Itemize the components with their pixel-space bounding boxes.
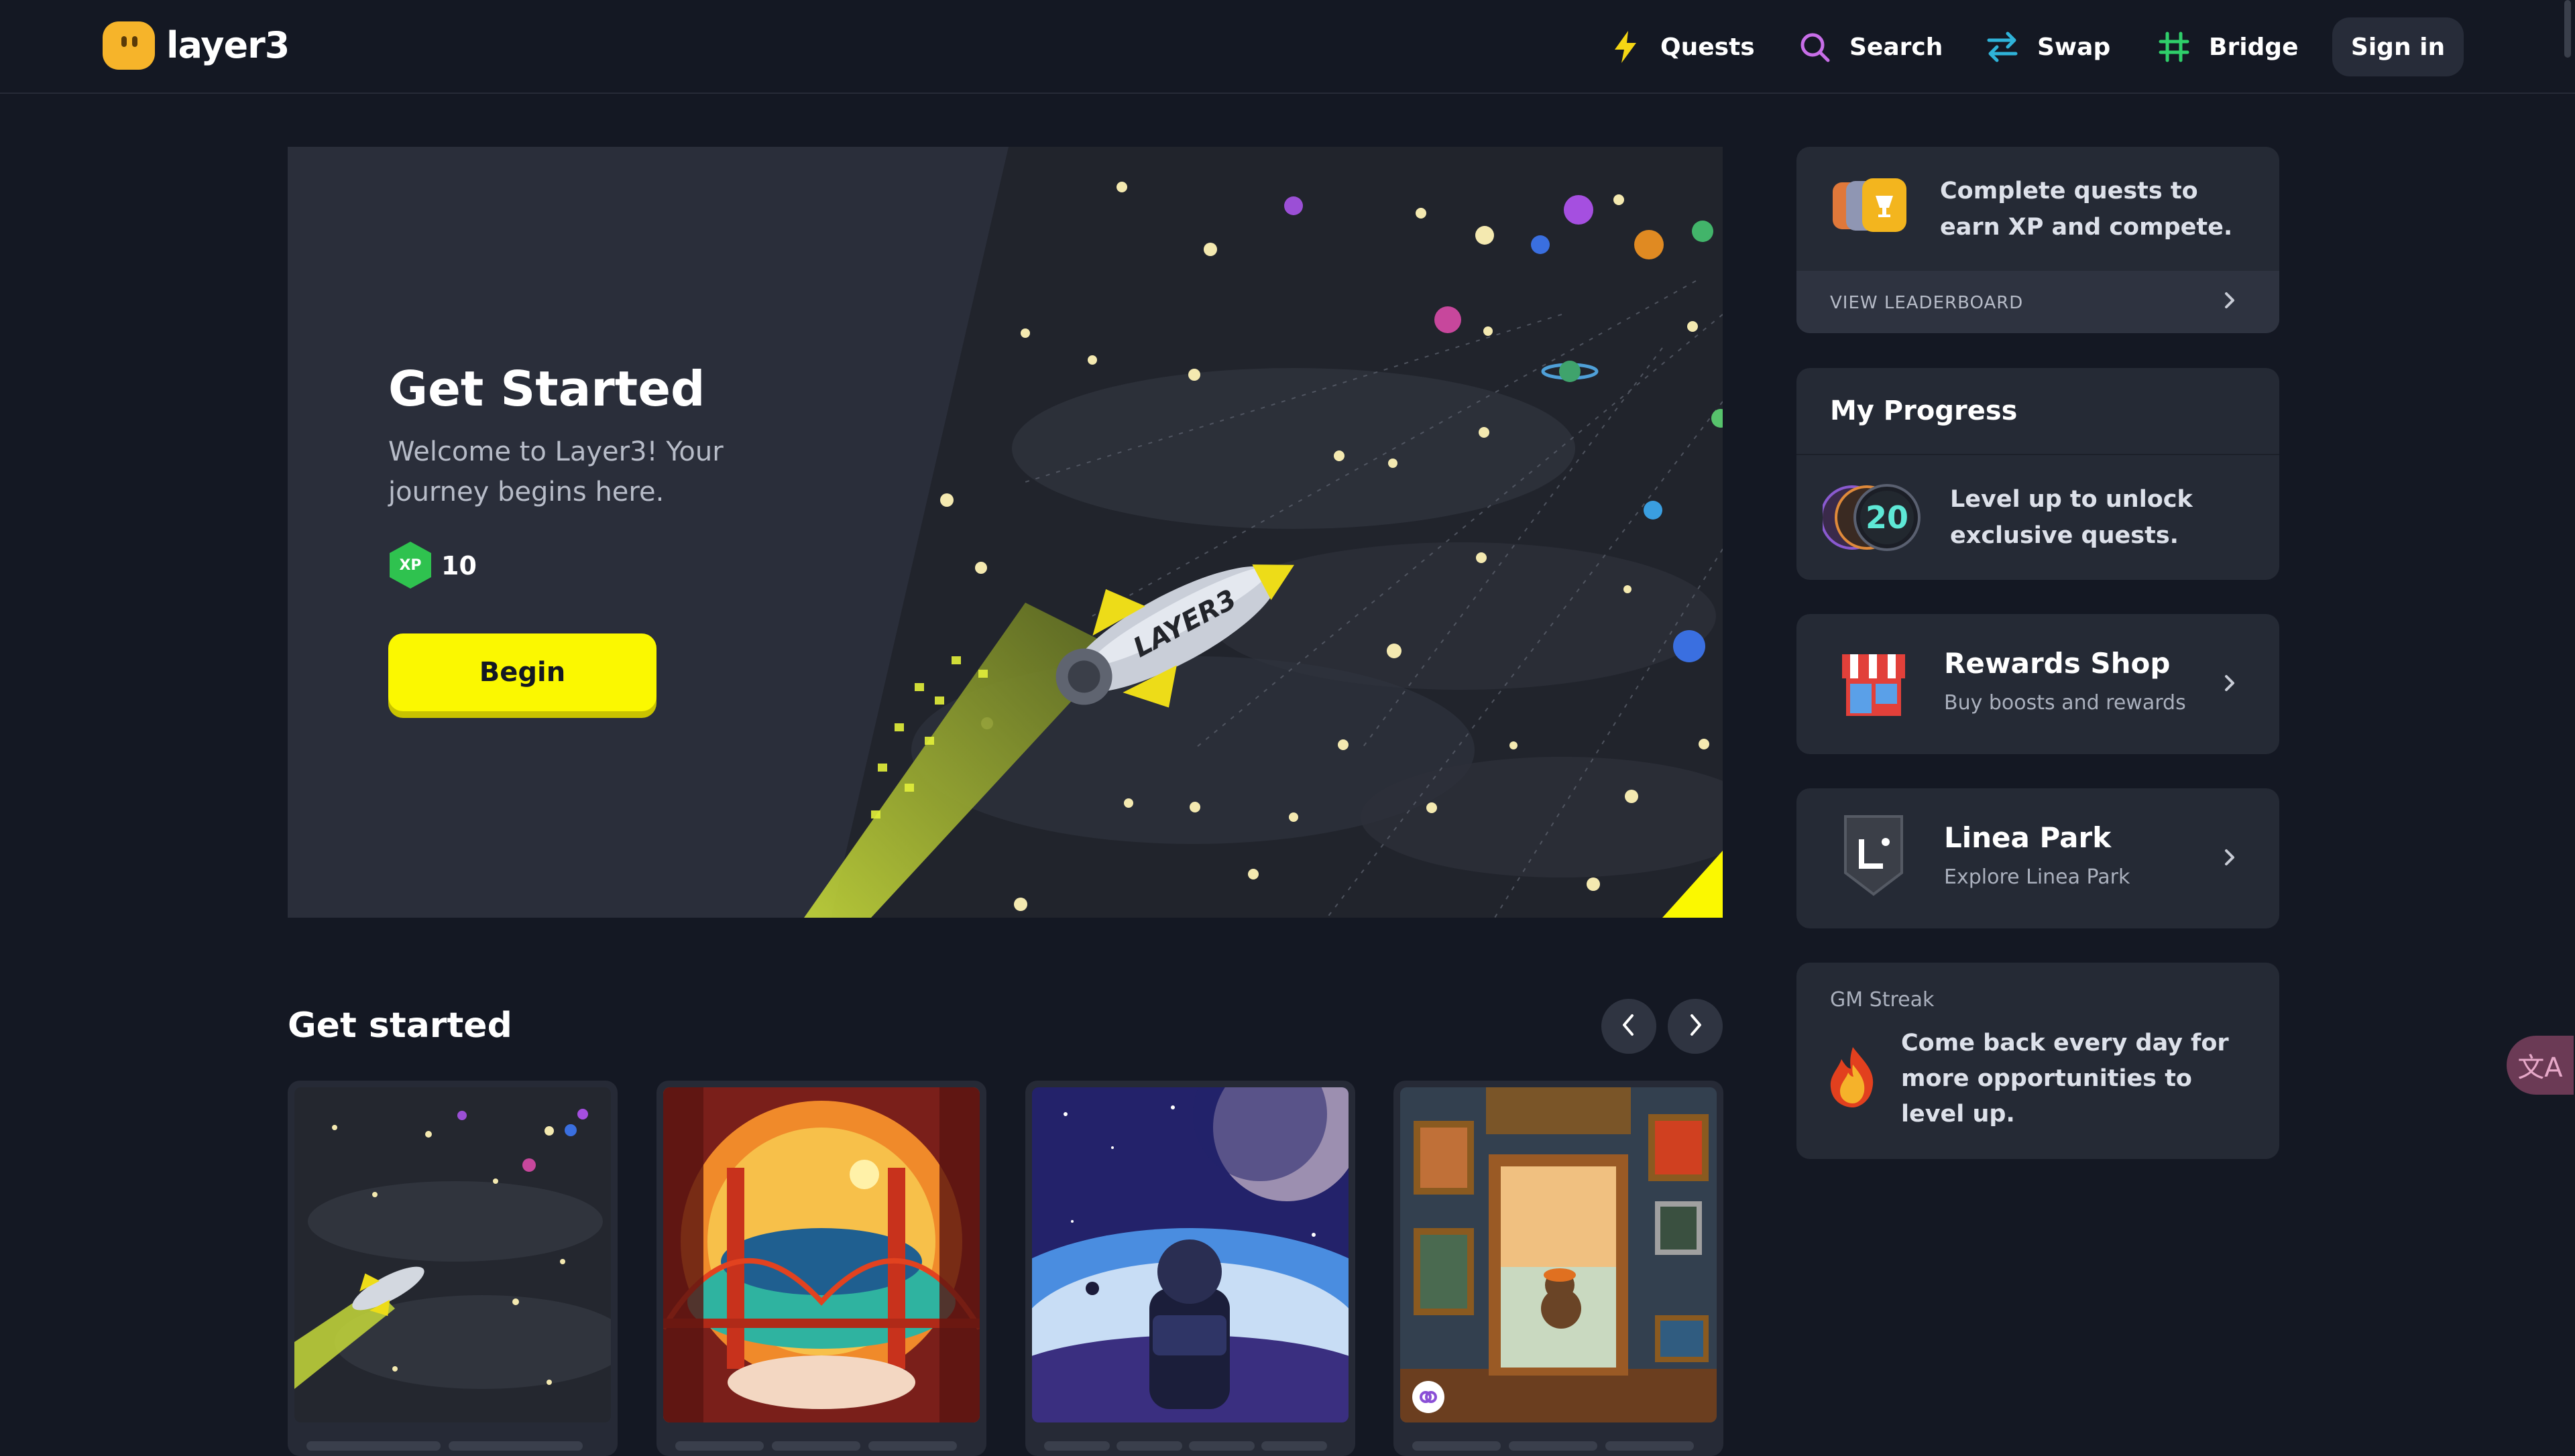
carousel-prev-button[interactable] (1601, 999, 1656, 1054)
swap-icon (1985, 29, 2020, 64)
view-leaderboard-label: VIEW LEADERBOARD (1830, 293, 2024, 313)
nav-search-label: Search (1849, 33, 1943, 61)
sign-in-button[interactable]: Sign in (2332, 17, 2464, 76)
search-icon (1797, 29, 1832, 64)
rocket-space-image (294, 1087, 611, 1422)
card-tag (868, 1441, 957, 1451)
card-tag (1605, 1441, 1694, 1451)
xp-value: 10 (441, 551, 477, 581)
lightning-icon (1608, 29, 1643, 64)
quest-card[interactable] (656, 1081, 986, 1456)
nav-quests[interactable]: Quests (1608, 27, 1755, 67)
rewards-shop-title: Rewards Shop (1944, 647, 2171, 680)
linea-park-subtitle: Explore Linea Park (1944, 865, 2130, 889)
hero-title: Get Started (388, 361, 705, 417)
progress-text: Level up to unlock exclusive quests. (1950, 486, 2193, 549)
rewards-shop-subtitle: Buy boosts and rewards (1944, 691, 2186, 715)
card-tag (1509, 1441, 1597, 1451)
space-illustration: LAYER3 (804, 147, 1723, 918)
chevron-right-icon (2222, 288, 2238, 317)
chevron-right-icon (2222, 671, 2238, 698)
gm-streak-text: Come back every day for more opportuniti… (1901, 1030, 2229, 1128)
card-tag (449, 1441, 583, 1451)
link-icon (1412, 1381, 1444, 1413)
quest-card[interactable] (1025, 1081, 1355, 1456)
xp-badge-label: XP (399, 557, 421, 574)
nav-bridge-label: Bridge (2209, 33, 2299, 61)
logo-text[interactable]: layer3 (166, 23, 290, 68)
translate-icon: 文A (2517, 1052, 2563, 1083)
golden-gate-bridge-image (663, 1087, 980, 1422)
card-tag (306, 1441, 441, 1451)
begin-button[interactable]: Begin (388, 633, 656, 711)
logo-eye (132, 36, 137, 47)
nav-bridge[interactable]: Bridge (2157, 27, 2299, 67)
hero-banner: LAYER3 (288, 147, 1723, 918)
card-tag (1189, 1441, 1255, 1451)
chevron-right-icon (1685, 1013, 1705, 1040)
nav-search[interactable]: Search (1797, 27, 1943, 67)
flame-hand-icon (1824, 1044, 1882, 1109)
nav-swap[interactable]: Swap (1985, 27, 2110, 67)
translate-widget-button[interactable]: 文A (2507, 1036, 2574, 1095)
chevron-right-icon (2222, 845, 2238, 872)
linea-park-title: Linea Park (1944, 821, 2112, 854)
astronaut-planet-image (1032, 1087, 1349, 1422)
page-scrollbar[interactable] (2564, 0, 2571, 58)
linea-park-icon (1833, 811, 1914, 900)
nav-swap-label: Swap (2037, 33, 2111, 61)
level-badge-value: 20 (1866, 499, 1908, 536)
card-tag (1412, 1441, 1501, 1451)
monkey-gallery-image (1400, 1087, 1717, 1422)
bridge-icon (2157, 29, 2191, 64)
shop-icon (1837, 648, 1910, 721)
section-title: Get started (288, 1006, 512, 1046)
card-tag (1117, 1441, 1182, 1451)
quest-card[interactable] (1393, 1081, 1723, 1456)
gm-streak-label: GM Streak (1830, 988, 1935, 1012)
carousel-next-button[interactable] (1668, 999, 1723, 1054)
logo-eye (121, 36, 127, 47)
divider (1796, 454, 2279, 455)
card-tag (675, 1441, 764, 1451)
nav-quests-label: Quests (1660, 33, 1755, 61)
logo-icon[interactable] (103, 21, 155, 70)
progress-title: My Progress (1830, 396, 2018, 426)
card-tag (1261, 1441, 1327, 1451)
chevron-left-icon (1619, 1013, 1639, 1040)
quest-card[interactable] (288, 1081, 618, 1456)
xp-badge-icon: XP (388, 540, 433, 590)
hero-subtitle: Welcome to Layer3! Your journey begins h… (388, 436, 724, 507)
level-badge-icon: 20 (1820, 483, 1923, 552)
trophy-stack-icon (1833, 176, 1913, 243)
card-tag (1044, 1441, 1110, 1451)
card-tag (772, 1441, 860, 1451)
leaderboard-text: Complete quests to earn XP and compete. (1940, 178, 2233, 241)
